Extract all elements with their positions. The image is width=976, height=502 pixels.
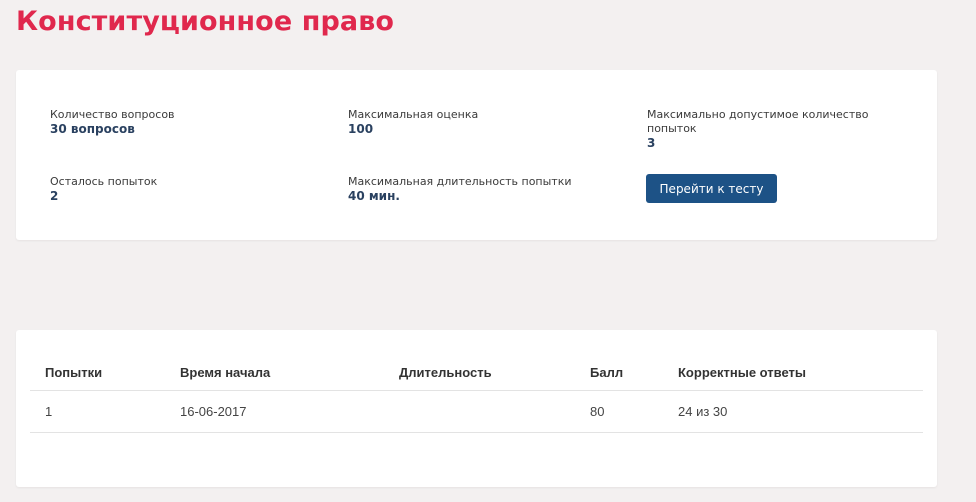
cell-attempt-number: 1 (30, 390, 165, 433)
max-attempts-label: Максимально допустимое количество попыто… (647, 108, 869, 135)
remaining-attempts-value: 2 (50, 189, 59, 203)
attempts-card: Попытки Время начала Длительность Балл К… (16, 330, 937, 487)
column-header-start-time: Время начала (165, 354, 384, 391)
attempts-table: Попытки Время начала Длительность Балл К… (30, 354, 923, 433)
questions-count-value: 30 вопросов (50, 122, 135, 136)
max-score-block: Максимальная оценка 100 (348, 108, 578, 136)
max-score-label: Максимальная оценка (348, 108, 479, 121)
max-duration-label: Максимальная длительность попытки (348, 175, 572, 188)
cell-score: 80 (575, 390, 663, 433)
column-header-attempts: Попытки (30, 354, 165, 391)
cell-duration (384, 390, 575, 433)
table-row: 1 16-06-2017 80 24 из 30 (30, 390, 923, 433)
questions-count-label: Количество вопросов (50, 108, 175, 121)
max-attempts-value: 3 (647, 136, 656, 150)
column-header-duration: Длительность (384, 354, 575, 391)
cell-correct-answers: 24 из 30 (663, 390, 923, 433)
max-duration-block: Максимальная длительность попытки 40 мин… (348, 175, 608, 203)
go-to-test-button[interactable]: Перейти к тесту (646, 174, 777, 203)
questions-count-block: Количество вопросов 30 вопросов (50, 108, 280, 136)
remaining-attempts-block: Осталось попыток 2 (50, 175, 280, 203)
test-info-card: Количество вопросов 30 вопросов Максимал… (16, 70, 937, 240)
column-header-correct-answers: Корректные ответы (663, 354, 923, 391)
max-score-value: 100 (348, 122, 374, 136)
max-duration-value: 40 мин. (348, 189, 400, 203)
remaining-attempts-label: Осталось попыток (50, 175, 158, 188)
page-title: Конституционное право (16, 6, 395, 37)
column-header-score: Балл (575, 354, 663, 391)
cell-start-time: 16-06-2017 (165, 390, 384, 433)
table-header-row: Попытки Время начала Длительность Балл К… (30, 354, 923, 391)
max-attempts-block: Максимально допустимое количество попыто… (647, 108, 877, 150)
